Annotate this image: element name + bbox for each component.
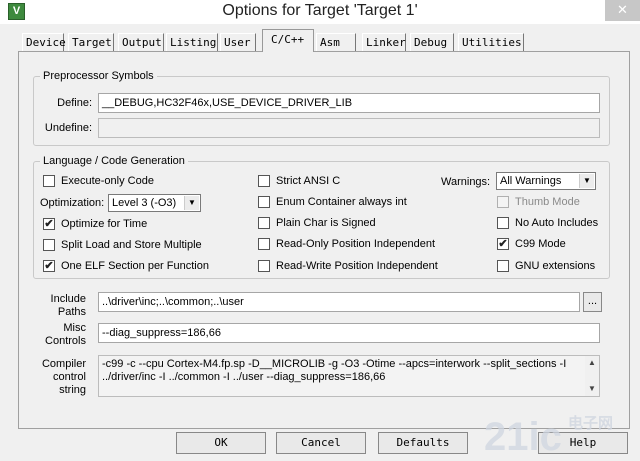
- preprocessor-title: Preprocessor Symbols: [40, 70, 157, 82]
- gnu-extensions-label: GNU extensions: [515, 260, 596, 272]
- compiler-string-textarea: -c99 -c --cpu Cortex-M4.fp.sp -D__MICROL…: [98, 355, 600, 397]
- plain-char-checkbox[interactable]: [258, 217, 270, 229]
- misc-controls-input[interactable]: --diag_suppress=186,66: [98, 323, 600, 343]
- compiler-scrollbar[interactable]: ▲ ▼: [585, 356, 599, 396]
- tab-debug[interactable]: Debug: [410, 33, 454, 51]
- thumb-mode-label: Thumb Mode: [515, 196, 580, 208]
- enum-container-checkbox[interactable]: [258, 196, 270, 208]
- tab-c-cpp[interactable]: C/C++: [262, 29, 314, 52]
- gnu-extensions-checkbox[interactable]: [497, 260, 509, 272]
- undefine-label: Undefine:: [44, 122, 92, 134]
- tab-listing[interactable]: Listing: [166, 33, 218, 51]
- optimization-value: Level 3 (-O3): [112, 197, 177, 209]
- tab-target[interactable]: Target: [68, 33, 114, 51]
- rw-pi-label: Read-Write Position Independent: [276, 260, 438, 272]
- misc-label-2: Controls: [45, 335, 86, 347]
- c99-mode-label: C99 Mode: [515, 238, 566, 250]
- tab-linker[interactable]: Linker: [362, 33, 406, 51]
- optimization-label: Optimization:: [40, 197, 105, 209]
- chevron-down-icon: ▼: [184, 196, 199, 210]
- cancel-button[interactable]: Cancel: [276, 432, 366, 454]
- plain-char-label: Plain Char is Signed: [276, 217, 376, 229]
- window-title: Options for Target 'Target 1': [222, 2, 418, 19]
- ro-pi-checkbox[interactable]: [258, 238, 270, 250]
- include-paths-input[interactable]: ..\driver\inc;..\common;..\user: [98, 292, 580, 312]
- chevron-down-icon: ▼: [588, 384, 596, 393]
- tab-user[interactable]: User: [220, 33, 256, 51]
- optimize-time-checkbox[interactable]: ✔: [43, 218, 55, 230]
- one-elf-checkbox[interactable]: ✔: [43, 260, 55, 272]
- define-label: Define:: [57, 97, 92, 109]
- chevron-up-icon: ▲: [588, 358, 596, 367]
- tab-asm[interactable]: Asm: [316, 33, 356, 51]
- title-bar: V Options for Target 'Target 1' ✕: [0, 0, 640, 24]
- defaults-button[interactable]: Defaults: [378, 432, 468, 454]
- tab-device[interactable]: Device: [22, 33, 66, 51]
- chevron-down-icon: ▼: [579, 174, 594, 188]
- one-elf-label: One ELF Section per Function: [61, 260, 209, 272]
- browse-include-button[interactable]: ...: [583, 292, 602, 312]
- compiler-label-2: control: [52, 371, 86, 383]
- optimize-time-label: Optimize for Time: [61, 218, 148, 230]
- tab-utilities[interactable]: Utilities: [458, 33, 524, 51]
- compiler-label-1: Compiler: [41, 358, 86, 370]
- execute-only-checkbox[interactable]: [43, 175, 55, 187]
- define-input[interactable]: __DEBUG,HC32F46x,USE_DEVICE_DRIVER_LIB: [98, 93, 600, 113]
- compiler-label-3: string: [59, 384, 86, 396]
- enum-container-label: Enum Container always int: [276, 196, 407, 208]
- ok-button[interactable]: OK: [176, 432, 266, 454]
- include-label-1: Include: [50, 293, 86, 305]
- misc-label-1: Misc: [63, 322, 86, 334]
- no-auto-includes-label: No Auto Includes: [515, 217, 599, 229]
- no-auto-includes-checkbox[interactable]: [497, 217, 509, 229]
- split-load-checkbox[interactable]: [43, 239, 55, 251]
- ro-pi-label: Read-Only Position Independent: [276, 238, 435, 250]
- strict-ansi-checkbox[interactable]: [258, 175, 270, 187]
- warnings-label: Warnings:: [441, 176, 491, 188]
- language-title: Language / Code Generation: [40, 155, 188, 167]
- help-button[interactable]: Help: [538, 432, 628, 454]
- rw-pi-checkbox[interactable]: [258, 260, 270, 272]
- warnings-value: All Warnings: [500, 175, 562, 187]
- thumb-mode-checkbox[interactable]: [497, 196, 509, 208]
- execute-only-label: Execute-only Code: [61, 175, 154, 187]
- tab-output[interactable]: Output: [118, 33, 164, 51]
- close-icon[interactable]: ✕: [605, 0, 640, 21]
- c99-mode-checkbox[interactable]: ✔: [497, 238, 509, 250]
- include-label-2: Paths: [57, 306, 86, 318]
- split-load-label: Split Load and Store Multiple: [61, 239, 202, 251]
- optimization-select[interactable]: Level 3 (-O3) ▼: [108, 194, 201, 212]
- warnings-select[interactable]: All Warnings ▼: [496, 172, 596, 190]
- undefine-input[interactable]: [98, 118, 600, 138]
- strict-ansi-label: Strict ANSI C: [276, 175, 341, 187]
